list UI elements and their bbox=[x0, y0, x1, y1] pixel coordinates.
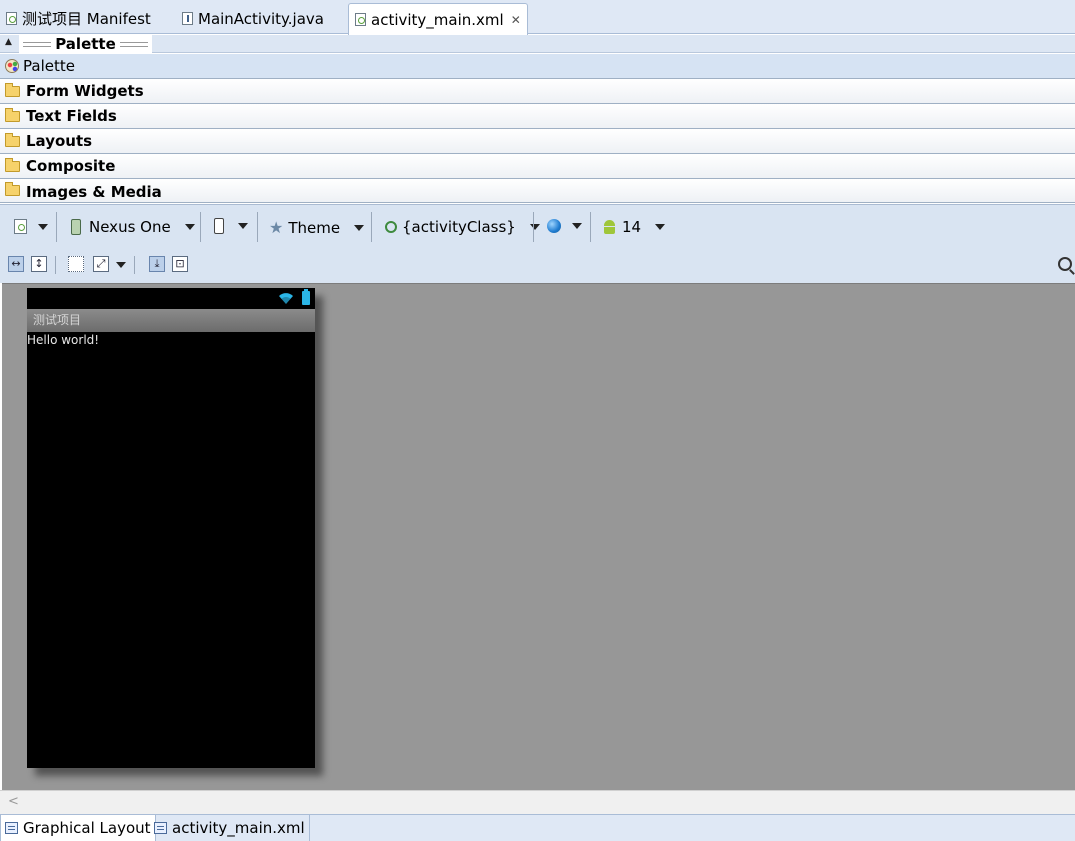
tab-xml-source-label: activity_main.xml bbox=[172, 819, 305, 837]
toolbar-separator bbox=[134, 256, 135, 274]
chevron-down-icon bbox=[38, 223, 48, 230]
tab-xml-source[interactable]: activity_main.xml bbox=[150, 815, 310, 841]
palette-category-images-media[interactable]: Images & Media bbox=[0, 179, 1075, 203]
zoom-fit-icon[interactable]: ⤢ bbox=[93, 256, 109, 272]
palette-title-label: Palette bbox=[55, 35, 116, 53]
folder-icon bbox=[5, 182, 20, 196]
scroll-left-icon[interactable]: < bbox=[8, 794, 19, 809]
chevron-down-icon bbox=[116, 262, 126, 268]
tab-activity-main-xml-label: activity_main.xml bbox=[371, 10, 504, 29]
show-margins-icon[interactable] bbox=[68, 256, 84, 272]
android-icon bbox=[602, 220, 617, 234]
activity-label: {activityClass} bbox=[402, 218, 516, 236]
wifi-icon bbox=[279, 293, 293, 304]
toolbar-separator bbox=[56, 212, 57, 242]
toggle-fill-width-icon[interactable]: ↔ bbox=[8, 256, 24, 272]
api-level-dropdown[interactable]: 14 bbox=[602, 218, 666, 236]
star-icon: ★ bbox=[269, 218, 284, 237]
horizontal-scrollbar[interactable]: < bbox=[0, 790, 1075, 814]
chevron-down-icon bbox=[655, 224, 666, 230]
zoom-icon[interactable] bbox=[1058, 257, 1072, 271]
palette-category-label: Layouts bbox=[26, 132, 93, 150]
layout-actions-dropdown[interactable] bbox=[116, 262, 126, 268]
palette-root-item[interactable]: Palette bbox=[0, 54, 1075, 79]
activity-dropdown[interactable]: {activityClass} bbox=[385, 218, 540, 236]
class-icon bbox=[385, 221, 397, 233]
palette-category-label: Images & Media bbox=[26, 183, 162, 201]
palette-title[interactable]: Palette bbox=[19, 35, 152, 53]
orientation-dropdown[interactable] bbox=[214, 218, 248, 234]
palette-root-label: Palette bbox=[23, 57, 75, 75]
bottom-tab-bar: Graphical Layout activity_main.xml bbox=[0, 814, 1075, 841]
device-screen[interactable]: 测试项目 Hello world! bbox=[27, 288, 315, 768]
theme-label: Theme bbox=[288, 218, 341, 237]
tab-manifest-label: 测试项目 Manifest bbox=[22, 10, 151, 28]
battery-icon bbox=[302, 289, 310, 305]
chevron-down-icon bbox=[572, 223, 582, 229]
hello-textview[interactable]: Hello world! bbox=[27, 333, 99, 347]
toolbar-separator bbox=[257, 212, 258, 242]
globe-icon bbox=[547, 219, 561, 233]
xml-file-icon bbox=[355, 13, 366, 26]
palette-category-label: Form Widgets bbox=[26, 82, 144, 100]
chevron-down-icon bbox=[238, 223, 248, 229]
palette-category-layouts[interactable]: Layouts bbox=[0, 129, 1075, 154]
select-parent-icon[interactable]: ⤓ bbox=[149, 256, 165, 272]
palette-icon bbox=[5, 59, 19, 73]
tab-manifest[interactable]: 测试项目 Manifest bbox=[0, 3, 151, 34]
layout-canvas[interactable]: 测试项目 Hello world! bbox=[2, 283, 1075, 790]
tab-main-activity-label: MainActivity.java bbox=[198, 9, 324, 28]
locale-dropdown[interactable] bbox=[547, 219, 582, 233]
editor-tab-bar: 测试项目 Manifest MainActivity.java activity… bbox=[0, 0, 1075, 35]
graphical-layout-icon bbox=[5, 822, 18, 834]
chevron-down-icon bbox=[184, 224, 195, 230]
open-folder-icon bbox=[5, 82, 20, 97]
toolbar-separator bbox=[55, 256, 56, 274]
layout-bounds-icon[interactable]: ⊡ bbox=[172, 256, 188, 272]
api-level-label: 14 bbox=[622, 218, 642, 236]
palette-category-label: Composite bbox=[26, 157, 116, 175]
tab-main-activity[interactable]: MainActivity.java bbox=[176, 3, 324, 34]
tab-graphical-layout-label: Graphical Layout bbox=[23, 819, 151, 837]
toolbar-separator bbox=[200, 212, 201, 242]
drag-handle-right-icon bbox=[119, 41, 148, 47]
toolbar-separator bbox=[371, 212, 372, 242]
layout-file-icon bbox=[14, 219, 27, 234]
tab-activity-main-xml[interactable]: activity_main.xml ✕ bbox=[348, 3, 528, 35]
chevron-down-icon bbox=[354, 224, 365, 231]
device-label: Nexus One bbox=[89, 218, 171, 236]
palette-category-composite[interactable]: Composite bbox=[0, 154, 1075, 179]
device-dropdown[interactable]: Nexus One bbox=[71, 218, 195, 236]
theme-dropdown[interactable]: ★ Theme bbox=[269, 218, 365, 237]
toolbar-separator bbox=[533, 212, 534, 242]
app-title-bar: 测试项目 bbox=[27, 309, 315, 332]
rotate-orientation-icon bbox=[214, 218, 224, 234]
folder-icon bbox=[5, 107, 20, 122]
palette-header: ▲ Palette bbox=[0, 35, 1075, 53]
android-status-bar bbox=[27, 288, 315, 309]
tab-graphical-layout[interactable]: Graphical Layout bbox=[0, 815, 156, 841]
close-tab-icon[interactable]: ✕ bbox=[511, 13, 521, 27]
toolbar-separator bbox=[590, 212, 591, 242]
palette-category-form-widgets[interactable]: Form Widgets bbox=[0, 79, 1075, 104]
collapse-triangle-icon[interactable]: ▲ bbox=[5, 37, 12, 47]
phone-icon bbox=[71, 219, 81, 235]
drag-handle-left-icon bbox=[23, 41, 52, 47]
xml-source-icon bbox=[154, 822, 167, 834]
palette-category-text-fields[interactable]: Text Fields bbox=[0, 104, 1075, 129]
palette-category-label: Text Fields bbox=[26, 107, 117, 125]
chevron-down-icon bbox=[529, 224, 540, 230]
toggle-fill-height-icon[interactable]: ↕ bbox=[31, 256, 47, 272]
folder-icon bbox=[5, 157, 20, 172]
config-chooser[interactable] bbox=[14, 219, 48, 234]
manifest-icon bbox=[6, 12, 17, 25]
java-file-icon bbox=[182, 12, 193, 25]
folder-icon bbox=[5, 132, 20, 147]
